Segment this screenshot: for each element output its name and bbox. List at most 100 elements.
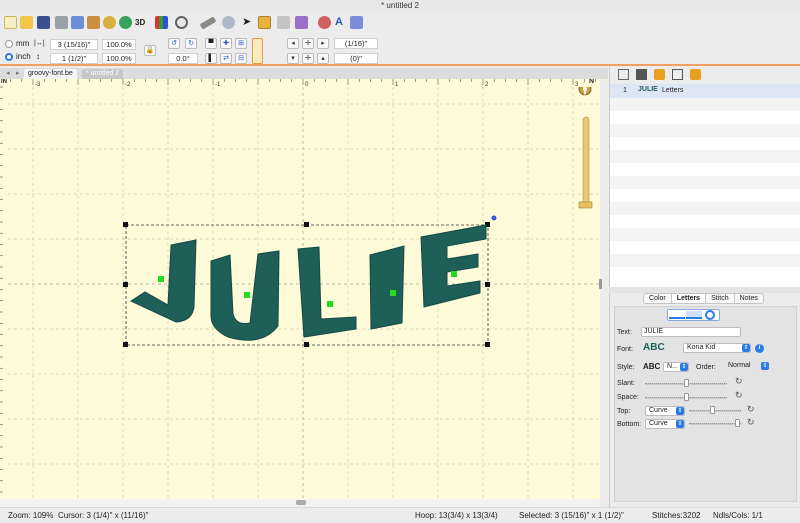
object-name: Letters <box>662 87 684 94</box>
slant-slider-knob[interactable] <box>684 379 689 387</box>
style-select[interactable]: N... ⇕ <box>663 362 689 372</box>
object-list-panel: 1 JULIE Letters <box>609 66 800 287</box>
object-mail-icon[interactable] <box>672 69 683 80</box>
magnifier-icon[interactable] <box>175 16 188 29</box>
save-icon[interactable] <box>37 16 50 29</box>
bottom-curve-slider[interactable] <box>689 423 741 425</box>
order-select[interactable]: Normal ⇕ <box>725 362 769 372</box>
top-curve-slider-knob[interactable] <box>710 406 716 414</box>
tab-color[interactable]: Color <box>644 294 672 303</box>
mirror-icon[interactable]: ⇄ <box>220 53 232 64</box>
layout-circle-icon[interactable] <box>705 310 715 320</box>
layout-straight-icon[interactable] <box>669 311 685 319</box>
tab-letters[interactable]: Letters <box>671 294 707 303</box>
move-up-icon[interactable]: ▴ <box>317 53 329 64</box>
width-icon: |↔| <box>34 40 45 47</box>
height-percent-field[interactable]: 100.0% <box>102 53 136 64</box>
center-icon[interactable]: ✚ <box>220 38 232 49</box>
width-field[interactable]: 3 (15/16)" <box>50 39 98 50</box>
unit-mm-radio[interactable] <box>5 40 13 48</box>
zoom-slider-track <box>582 116 590 208</box>
folder-icon[interactable] <box>258 16 271 29</box>
tab-notes[interactable]: Notes <box>735 294 763 303</box>
height-field[interactable]: 1 (1/2)" <box>50 53 98 64</box>
dollar-icon[interactable] <box>119 16 132 29</box>
space-slider-knob[interactable] <box>684 393 689 401</box>
letter-i <box>369 245 405 330</box>
thread-icon[interactable] <box>318 16 331 29</box>
height-icon: ↕ <box>36 52 40 61</box>
object-index: 1 <box>623 87 627 94</box>
paste-icon[interactable] <box>87 16 100 29</box>
object-empty-row <box>610 254 800 267</box>
arrange-icon[interactable]: ⊟ <box>235 53 247 64</box>
tab-next-icon[interactable]: ▸ <box>12 69 24 79</box>
unit-inch-radio[interactable] <box>5 53 13 61</box>
bottom-curve-select[interactable]: Curve ⇕ <box>645 419 685 429</box>
properties-tabs: Color Letters Stitch Notes <box>643 293 764 304</box>
move-left-icon[interactable]: ◂ <box>287 38 299 49</box>
node-u <box>244 292 250 298</box>
node-i <box>390 290 396 296</box>
design-canvas[interactable]: -3 -2 -1 0 1 2 3 IN N <box>0 79 600 499</box>
object-row-1[interactable]: 1 JULIE Letters <box>610 84 800 98</box>
position-y-field[interactable]: (0)" <box>334 53 378 64</box>
move-center-v-icon[interactable]: ✛ <box>302 53 314 64</box>
width-percent-field[interactable]: 100.0% <box>102 39 136 50</box>
3d-view-icon[interactable]: 3D <box>135 16 151 29</box>
node-e <box>451 271 457 277</box>
font-name: Kona Kid <box>687 344 716 351</box>
font-select[interactable]: Kona Kid ⇕ <box>683 343 751 353</box>
move-right-icon[interactable]: ▸ <box>317 38 329 49</box>
split-icon[interactable] <box>277 16 290 29</box>
top-reset-icon[interactable]: ↻ <box>747 404 755 415</box>
distribute-icon[interactable]: ⊞ <box>235 38 247 49</box>
position-x-field[interactable]: (1/16)" <box>334 38 378 49</box>
space-reset-icon[interactable]: ↻ <box>735 390 743 401</box>
hscroll-thumb[interactable] <box>296 500 306 505</box>
bottom-curve-slider-knob[interactable] <box>735 419 741 427</box>
bottom-reset-icon[interactable]: ↻ <box>747 417 755 428</box>
tab-stitch[interactable]: Stitch <box>706 294 735 303</box>
align-left-icon[interactable]: ▌ <box>205 53 217 64</box>
bar-chart-icon[interactable] <box>155 16 168 29</box>
ruler-corner-label: IN <box>1 79 7 85</box>
object-empty-row <box>610 111 800 124</box>
top-curve-select[interactable]: Curve ⇕ <box>645 406 685 416</box>
palette-icon[interactable] <box>350 16 363 29</box>
print-icon[interactable] <box>55 16 68 29</box>
pointer-icon[interactable]: ➤ <box>242 16 255 29</box>
tab-untitled-2[interactable]: * untitled 2 <box>82 69 124 79</box>
align-top-icon[interactable]: ▀ <box>205 38 217 49</box>
tab-groovy-font[interactable]: groovy-font.be <box>24 69 77 79</box>
slant-reset-icon[interactable]: ↻ <box>735 376 743 387</box>
move-down-icon[interactable]: ▾ <box>287 53 299 64</box>
open-folder-icon[interactable] <box>20 16 33 29</box>
rotate-right-icon[interactable]: ↻ <box>185 38 197 49</box>
layout-line-icon[interactable] <box>686 311 702 319</box>
text-label: Text: <box>617 329 632 336</box>
grid-icon[interactable] <box>295 16 308 29</box>
rotation-angle-field[interactable]: 0.0° <box>168 53 198 64</box>
object-select-icon[interactable] <box>618 69 629 80</box>
copy-icon[interactable] <box>71 16 84 29</box>
money-icon[interactable] <box>103 16 116 29</box>
rotate-left-icon[interactable]: ↺ <box>168 38 180 49</box>
text-tool-icon[interactable]: A <box>335 16 348 29</box>
move-center-icon[interactable]: ✛ <box>302 38 314 49</box>
object-unlock-icon[interactable] <box>690 69 701 80</box>
hoop-icon[interactable] <box>222 16 235 29</box>
object-group-icon[interactable] <box>636 69 647 80</box>
font-info-icon[interactable]: i <box>755 344 764 353</box>
font-label: Font: <box>617 346 633 353</box>
lock-ratio-icon[interactable]: 🔒 <box>144 45 156 56</box>
splitter-handle[interactable] <box>599 279 602 289</box>
new-file-icon[interactable] <box>4 16 17 29</box>
font-select-arrow: ⇕ <box>742 344 750 352</box>
hoop-center-icon[interactable] <box>252 38 263 64</box>
ruler-icon[interactable] <box>199 16 217 30</box>
slant-label: Slant: <box>617 380 635 387</box>
horizontal-scrollbar[interactable] <box>0 499 600 507</box>
object-lock-icon[interactable] <box>654 69 665 80</box>
text-input[interactable]: JULIE <box>641 327 741 337</box>
